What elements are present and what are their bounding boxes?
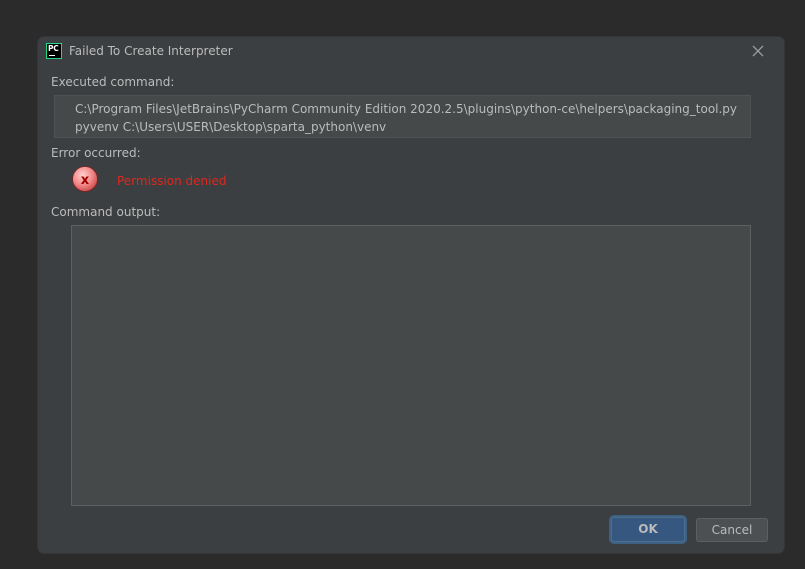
dialog-title: Failed To Create Interpreter — [69, 44, 233, 58]
ok-button[interactable]: OK — [611, 517, 685, 542]
executed-command-box[interactable]: C:\Program Files\JetBrains\PyCharm Commu… — [54, 95, 751, 138]
command-line-2: pyvenv C:\Users\USER\Desktop\sparta_pyth… — [75, 120, 387, 134]
pycharm-icon: PC — [46, 43, 62, 59]
failed-interpreter-dialog: PC Failed To Create Interpreter Executed… — [38, 37, 784, 553]
executed-command-label: Executed command: — [51, 75, 175, 89]
cancel-button[interactable]: Cancel — [696, 518, 768, 542]
close-icon[interactable] — [750, 43, 766, 59]
error-occurred-label: Error occurred: — [51, 146, 141, 160]
error-icon: x — [71, 165, 99, 193]
command-output-label: Command output: — [51, 205, 161, 219]
command-output-area[interactable] — [71, 225, 751, 506]
command-line-1: C:\Program Files\JetBrains\PyCharm Commu… — [75, 102, 738, 116]
error-message: Permission denied — [117, 174, 227, 188]
svg-text:x: x — [81, 173, 90, 188]
dialog-titlebar: PC Failed To Create Interpreter — [38, 37, 784, 67]
